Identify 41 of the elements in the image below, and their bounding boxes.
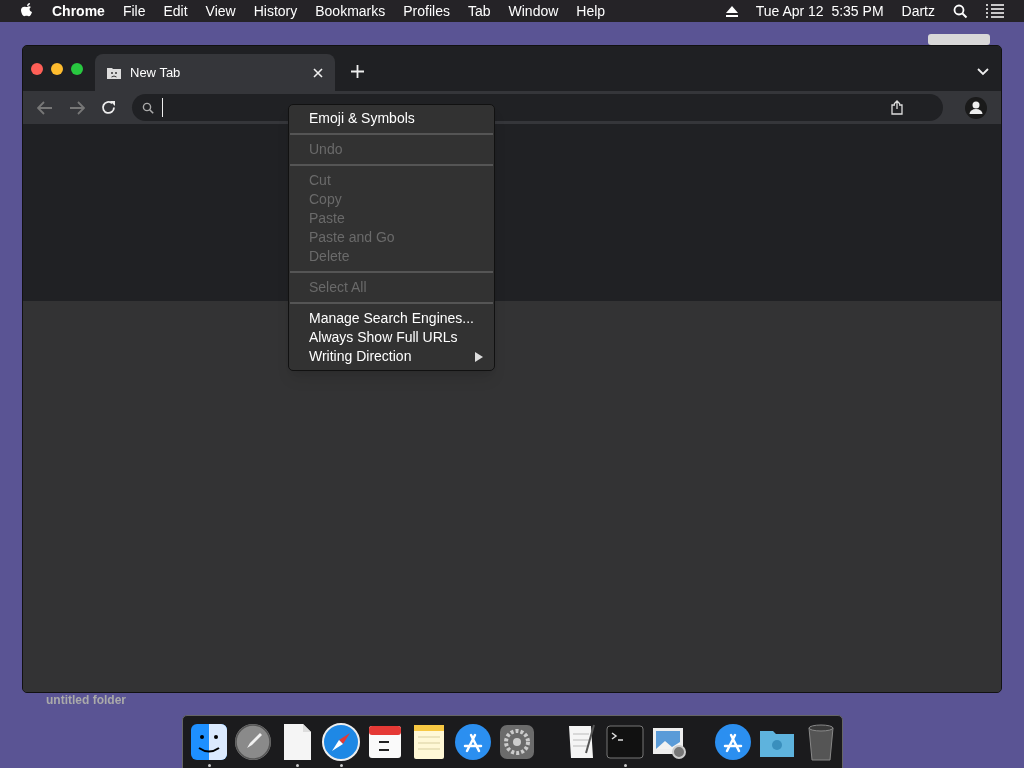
menu-item[interactable]: Profiles xyxy=(403,0,450,22)
minimize-window-button[interactable] xyxy=(51,62,63,75)
reload-icon[interactable] xyxy=(101,100,116,115)
chevron-down-icon[interactable] xyxy=(977,68,989,76)
sad-face-folder-icon xyxy=(107,66,121,79)
tab-title: New Tab xyxy=(130,63,182,82)
menu-item[interactable]: Help xyxy=(576,0,606,22)
browser-tab[interactable]: New Tab xyxy=(95,54,335,91)
app-store-icon[interactable] xyxy=(713,722,753,762)
submenu-arrow-icon xyxy=(475,351,483,362)
menu-item[interactable]: Bookmarks xyxy=(315,0,386,22)
menu-item[interactable]: Writing Direction xyxy=(289,347,494,366)
menu-item[interactable]: Emoji & Symbols xyxy=(289,109,494,128)
app-store-icon[interactable] xyxy=(453,722,493,762)
zoom-window-button[interactable] xyxy=(71,62,83,75)
menu-item[interactable]: View xyxy=(205,0,236,22)
gear-icon[interactable] xyxy=(497,722,537,762)
menu-item[interactable]: Always Show Full URLs xyxy=(289,328,494,347)
menu-item[interactable]: Edit xyxy=(163,0,188,22)
apple-logo-icon[interactable] xyxy=(20,3,34,19)
menu-item[interactable]: History xyxy=(253,0,298,22)
compass-icon[interactable] xyxy=(321,722,361,762)
close-window-button[interactable] xyxy=(31,62,43,75)
eject-icon[interactable] xyxy=(725,5,738,17)
close-icon[interactable] xyxy=(313,67,323,78)
search-icon[interactable] xyxy=(953,3,968,19)
menu-item[interactable]: Tab xyxy=(467,0,491,22)
forward-arrow-icon[interactable] xyxy=(69,100,85,115)
menu-item[interactable]: Manage Search Engines... xyxy=(289,309,494,328)
user-name[interactable]: Dartz xyxy=(901,0,935,22)
menu-item[interactable]: Window xyxy=(508,0,559,22)
menu-item[interactable]: File xyxy=(122,0,146,22)
list-icon[interactable] xyxy=(986,4,1004,18)
smiling-face-icon[interactable] xyxy=(189,722,229,762)
new-tab-icon[interactable] xyxy=(351,65,364,78)
clock[interactable]: Tue Apr 12 5:35 PM xyxy=(755,0,884,22)
search-icon xyxy=(142,101,154,114)
profile-avatar-icon[interactable] xyxy=(965,96,987,119)
share-icon[interactable] xyxy=(891,100,903,115)
back-arrow-icon[interactable] xyxy=(37,100,53,115)
app-menu[interactable]: Chrome xyxy=(52,0,105,22)
